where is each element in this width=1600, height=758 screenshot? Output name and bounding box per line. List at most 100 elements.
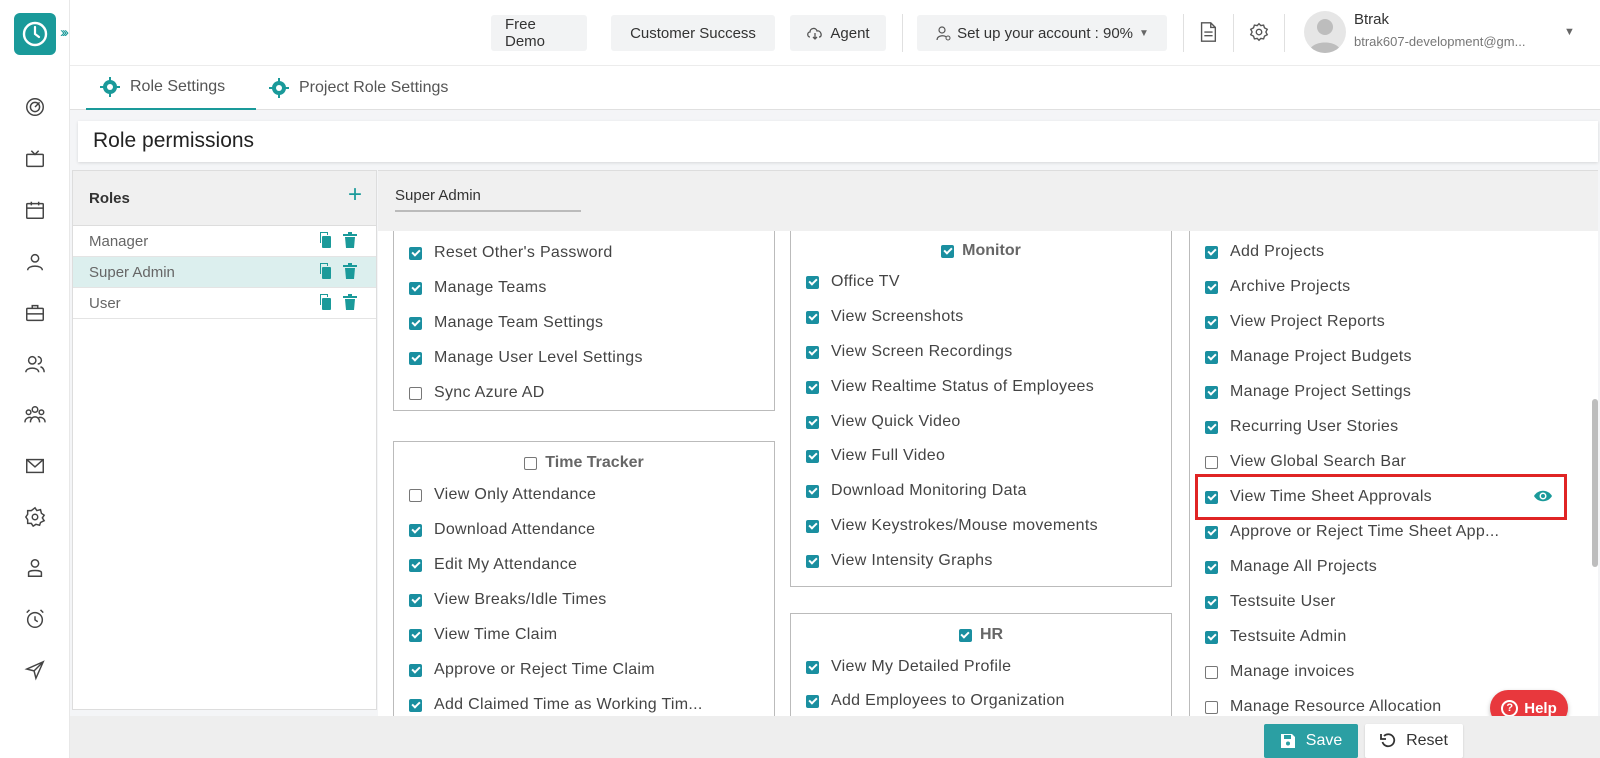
permission-item[interactable]: View Realtime Status of Employees <box>806 378 1094 396</box>
user-avatar[interactable] <box>1304 11 1346 53</box>
permission-item[interactable]: View Breaks/Idle Times <box>409 591 607 609</box>
calendar-icon[interactable] <box>23 198 47 222</box>
checkbox[interactable] <box>1205 315 1218 329</box>
checkbox[interactable] <box>409 558 422 572</box>
checkbox[interactable] <box>1205 560 1218 574</box>
customer-success-button[interactable]: Customer Success <box>611 15 775 51</box>
free-demo-button[interactable]: Free Demo <box>491 15 587 51</box>
hr-title[interactable]: HR <box>791 626 1171 644</box>
setup-account-dropdown[interactable]: Set up your account : 90% ▼ <box>917 15 1167 51</box>
permission-item[interactable]: View Time Claim <box>409 626 557 644</box>
checkbox[interactable] <box>806 660 819 674</box>
checkbox[interactable] <box>1205 455 1218 469</box>
checkbox[interactable] <box>806 554 819 568</box>
scrollbar-thumb[interactable] <box>1592 399 1598 567</box>
checkbox[interactable] <box>409 246 422 260</box>
permission-item[interactable]: Testsuite User <box>1205 593 1336 611</box>
permission-item[interactable]: View My Detailed Profile <box>806 658 1011 676</box>
checkbox[interactable] <box>1205 630 1218 644</box>
users-icon[interactable] <box>23 352 47 376</box>
copy-icon[interactable] <box>316 294 332 310</box>
permission-item[interactable]: Manage Project Settings <box>1205 383 1411 401</box>
profile-badge-icon[interactable] <box>23 556 47 580</box>
permission-item[interactable]: Manage Resource Allocation <box>1205 698 1441 716</box>
add-role-icon[interactable]: + <box>348 181 362 209</box>
checkbox[interactable] <box>806 415 819 429</box>
delete-icon[interactable] <box>342 263 358 279</box>
tab-project-role-settings[interactable]: Project Role Settings <box>255 66 475 110</box>
role-row-manager[interactable]: Manager <box>73 226 376 257</box>
user-email[interactable]: btrak607-development@gm... <box>1354 34 1544 49</box>
permission-item[interactable]: Add Projects <box>1205 243 1324 261</box>
permission-item[interactable]: Archive Projects <box>1205 278 1350 296</box>
permission-item[interactable]: Download Attendance <box>409 521 595 539</box>
permission-item[interactable]: View Quick Video <box>806 413 961 431</box>
user-name[interactable]: Btrak <box>1354 11 1389 28</box>
checkbox[interactable] <box>1205 420 1218 434</box>
checkbox[interactable] <box>806 345 819 359</box>
checkbox[interactable] <box>1205 700 1218 714</box>
checkbox[interactable] <box>1205 350 1218 364</box>
checkbox[interactable] <box>409 386 422 400</box>
checkbox[interactable] <box>806 380 819 394</box>
expand-sidebar-icon[interactable]: ››› <box>60 24 69 41</box>
permission-item[interactable]: Recurring User Stories <box>1205 418 1398 436</box>
role-name-input[interactable]: Super Admin <box>395 187 581 212</box>
permission-item[interactable]: Add Employees to Organization <box>806 692 1065 710</box>
alarm-clock-icon[interactable] <box>23 607 47 631</box>
checkbox[interactable] <box>806 519 819 533</box>
tab-role-settings[interactable]: Role Settings <box>86 66 256 110</box>
group-checkbox[interactable] <box>524 456 538 470</box>
permission-item[interactable]: View Only Attendance <box>409 486 596 504</box>
eye-icon[interactable] <box>1533 486 1553 511</box>
checkbox[interactable] <box>409 593 422 607</box>
checkbox[interactable] <box>1205 280 1218 294</box>
checkbox[interactable] <box>1205 595 1218 609</box>
dashboard-icon[interactable] <box>23 95 47 119</box>
checkbox[interactable] <box>1205 245 1218 259</box>
role-row-super-admin[interactable]: Super Admin <box>73 257 376 288</box>
permission-item[interactable]: Testsuite Admin <box>1205 628 1347 646</box>
checkbox[interactable] <box>409 523 422 537</box>
permission-item[interactable]: View Intensity Graphs <box>806 552 993 570</box>
permission-item[interactable]: Manage Project Budgets <box>1205 348 1412 366</box>
mail-icon[interactable] <box>23 454 47 478</box>
checkbox[interactable] <box>1205 665 1218 679</box>
permission-item[interactable]: Manage Teams <box>409 279 547 297</box>
checkbox[interactable] <box>1205 525 1218 539</box>
tv-icon[interactable] <box>23 147 47 171</box>
checkbox[interactable] <box>806 484 819 498</box>
permission-item[interactable]: View Full Video <box>806 447 945 465</box>
permission-item[interactable]: Manage Team Settings <box>409 314 603 332</box>
permission-item[interactable]: View Keystrokes/Mouse movements <box>806 517 1098 535</box>
permission-item[interactable]: Reset Other's Password <box>409 244 613 262</box>
permission-item[interactable]: View Screen Recordings <box>806 343 1013 361</box>
checkbox[interactable] <box>409 351 422 365</box>
checkbox[interactable] <box>806 449 819 463</box>
reset-button[interactable]: Reset <box>1365 724 1463 758</box>
checkbox[interactable] <box>409 663 422 677</box>
agent-button[interactable]: Agent <box>790 15 886 51</box>
checkbox[interactable] <box>409 281 422 295</box>
group-checkbox[interactable] <box>958 628 972 642</box>
user-icon[interactable] <box>23 250 47 274</box>
delete-icon[interactable] <box>342 232 358 248</box>
permission-item[interactable]: Approve or Reject Time Claim <box>409 661 655 679</box>
document-icon[interactable] <box>1197 21 1221 45</box>
permission-item[interactable]: Manage All Projects <box>1205 558 1377 576</box>
permission-item[interactable]: View Screenshots <box>806 308 964 326</box>
checkbox[interactable] <box>806 694 819 708</box>
permission-item[interactable]: Manage invoices <box>1205 663 1355 681</box>
copy-icon[interactable] <box>316 263 332 279</box>
role-row-user[interactable]: User <box>73 288 376 319</box>
checkbox[interactable] <box>409 628 422 642</box>
delete-icon[interactable] <box>342 294 358 310</box>
send-icon[interactable] <box>23 658 47 682</box>
permission-item[interactable]: View Global Search Bar <box>1205 453 1406 471</box>
permission-item[interactable]: View Project Reports <box>1205 313 1385 331</box>
briefcase-icon[interactable] <box>23 301 47 325</box>
team-icon[interactable] <box>23 403 47 427</box>
user-menu-caret-icon[interactable]: ▼ <box>1564 26 1575 38</box>
permission-item[interactable]: Office TV <box>806 273 900 291</box>
checkbox[interactable] <box>1205 385 1218 399</box>
